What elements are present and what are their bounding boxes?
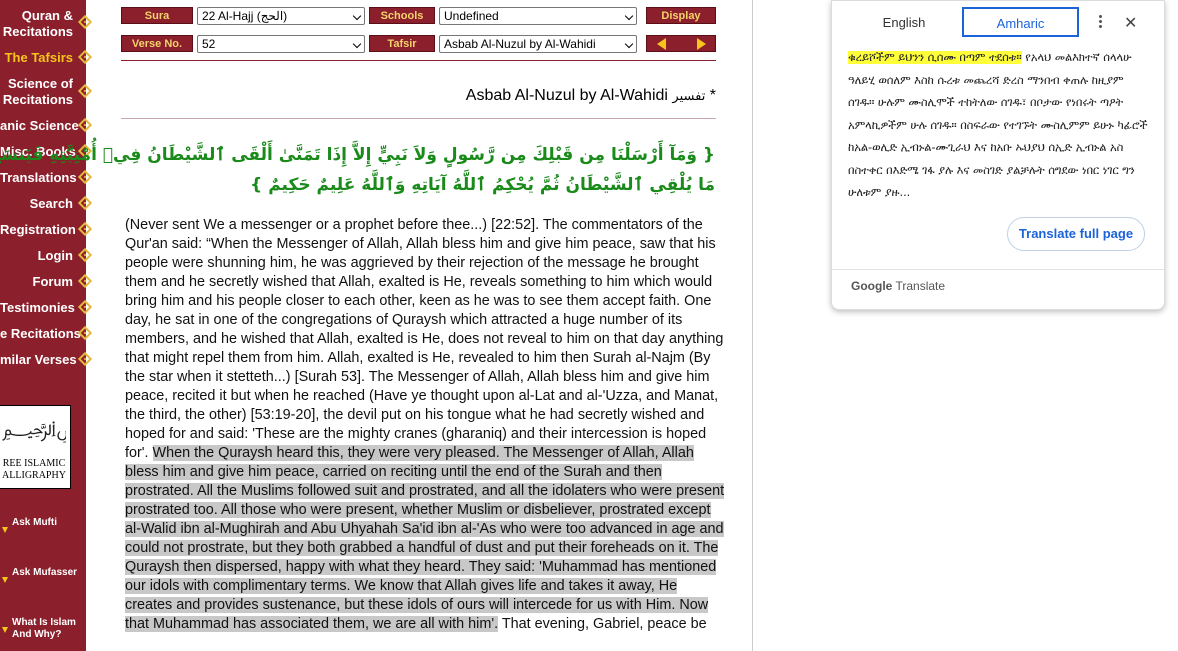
- divider: [121, 118, 716, 119]
- tafsir-label: Tafsir: [369, 35, 435, 52]
- sidebar-item-registration[interactable]: Registration: [0, 222, 86, 238]
- sidebar-item-login[interactable]: Login: [0, 248, 86, 264]
- tafsir-select[interactable]: Asbab Al-Nuzul by Al-Wahidi: [439, 35, 637, 53]
- translate-product-label: Translate: [892, 279, 946, 293]
- sidebar-item-search[interactable]: Search: [0, 196, 86, 212]
- tafsir-body-text: (Never sent We a messenger or a prophet …: [125, 217, 724, 461]
- sidebar-item-label: Translations: [0, 170, 77, 185]
- translated-body: የአላህ መልእክተኛ ሰላላሁ ዓለይሂ ወሰለም እስከ ሱረቱ መጨረሻ …: [848, 51, 1148, 199]
- sidebar-item-label: Quran &: [21, 8, 73, 23]
- content-border: [752, 0, 753, 651]
- sidebar-item-label: Testimonies: [0, 300, 75, 315]
- tafsir-body-text: That evening, Gabriel, peace be: [498, 616, 707, 632]
- calligraphy-banner[interactable]: ﷽ REE ISLAMIC ALLIGRAPHY: [0, 405, 71, 489]
- sidebar-item-science-of-recitations[interactable]: Science of Recitations: [0, 76, 86, 108]
- what-is-islam-link[interactable]: What Is Islam: [12, 617, 76, 629]
- more-options-icon[interactable]: [1092, 13, 1108, 33]
- next-verse-icon[interactable]: [697, 38, 706, 50]
- chevron-down-icon: [624, 39, 634, 49]
- tab-english[interactable]: English: [842, 8, 966, 38]
- sidebar-item-testimonies[interactable]: Testimonies: [0, 300, 86, 316]
- popup-divider: [832, 269, 1164, 270]
- tafsir-title-asterisk: *: [709, 87, 716, 104]
- bullet-icon: [2, 577, 8, 583]
- sura-select-value: 22 Al-Hajj (الحج): [202, 9, 288, 23]
- sidebar-item-label: Login: [37, 248, 73, 263]
- display-button[interactable]: Display: [646, 7, 716, 24]
- sidebar: Quran & Recitations The Tafsirs Science …: [0, 0, 86, 651]
- sidebar-item-label: Forum: [32, 274, 73, 289]
- schools-select-value: Undefined: [444, 9, 499, 23]
- sidebar-item-label: e Recitations: [0, 326, 81, 341]
- sura-select[interactable]: 22 Al-Hajj (الحج): [197, 7, 365, 25]
- translated-text: ቁረይሾችም ይህንን ሲሰሙ በጣም ተደሰቱ። የአላህ መልእክተኛ ሰላ…: [848, 47, 1148, 205]
- calligraphy-logo-icon: ﷽: [2, 414, 66, 454]
- ask-mufasser-link[interactable]: Ask Mufasser: [12, 567, 77, 579]
- sidebar-item-label: Registration: [0, 222, 76, 237]
- google-translate-footer: Google Translate: [851, 279, 945, 293]
- sidebar-item-label: The Tafsirs: [4, 50, 73, 65]
- selected-text[interactable]: When the Quraysh heard this, they were v…: [125, 445, 725, 632]
- chevron-down-icon: [352, 11, 362, 21]
- what-is-islam-link[interactable]: And Why?: [12, 629, 61, 641]
- sidebar-item-label: milar Verses: [0, 352, 77, 367]
- sidebar-item-translations[interactable]: Translations: [0, 170, 86, 186]
- sidebar-item-label: Recitations: [2, 92, 73, 107]
- verse-line: { وَمَآ أَرْسَلْنَا مِن قَبْلِكَ مِن رَّ…: [0, 145, 715, 165]
- bullet-icon: [2, 527, 8, 533]
- chevron-down-icon: [624, 11, 634, 21]
- verse-number-label: Verse No.: [121, 35, 193, 52]
- sidebar-item-label: anic Science: [0, 118, 79, 133]
- google-logo: Google: [851, 279, 893, 293]
- translate-popup: English Amharic ✕ ቁረይሾችም ይህንን ሲሰሙ በጣም ተደ…: [831, 0, 1165, 310]
- tafsir-body: (Never sent We a messenger or a prophet …: [125, 216, 725, 634]
- sidebar-item-quran-recitations[interactable]: Quran & Recitations: [0, 8, 86, 40]
- ask-mufti-link[interactable]: Ask Mufti: [12, 517, 57, 529]
- sidebar-item-label: Search: [29, 196, 73, 211]
- verse-number-value: 52: [202, 37, 216, 51]
- verse-line: مَا يُلْقِي ٱلشَّيْطَانُ ثُمَّ يُحْكِمُ …: [250, 175, 715, 195]
- sidebar-item-label: Science of: [7, 76, 73, 91]
- schools-select[interactable]: Undefined: [439, 7, 637, 25]
- verse-number-select[interactable]: 52: [197, 35, 365, 53]
- previous-verse-icon[interactable]: [657, 38, 666, 50]
- tafsir-title-text: Asbab Al-Nuzul by Al-Wahidi: [465, 87, 668, 104]
- translated-highlight: ቁረይሾችም ይህንን ሲሰሙ በጣም ተደሰቱ።: [848, 51, 1022, 64]
- sidebar-item-tafsirs[interactable]: The Tafsirs: [0, 50, 86, 66]
- tafsir-title-arabic: تفسير: [672, 88, 706, 103]
- chevron-down-icon: [352, 39, 362, 49]
- sidebar-item-recitations[interactable]: e Recitations: [0, 326, 86, 342]
- schools-label: Schools: [369, 7, 435, 24]
- translate-full-page-button[interactable]: Translate full page: [1007, 217, 1145, 251]
- sidebar-item-forum[interactable]: Forum: [0, 274, 86, 290]
- sidebar-item-label: Recitations: [2, 24, 73, 39]
- divider: [121, 60, 716, 61]
- calligraphy-text: ALLIGRAPHY: [2, 470, 66, 481]
- sidebar-item-similar-verses[interactable]: milar Verses: [0, 352, 86, 368]
- tafsir-title: Asbab Al-Nuzul by Al-Wahidi تفسير *: [466, 87, 716, 105]
- sura-label: Sura: [121, 7, 193, 24]
- bullet-icon: [2, 627, 8, 633]
- sidebar-item-quranic-science[interactable]: anic Science: [0, 118, 86, 134]
- tab-amharic[interactable]: Amharic: [962, 7, 1079, 37]
- calligraphy-text: REE ISLAMIC: [2, 458, 66, 469]
- tafsir-select-value: Asbab Al-Nuzul by Al-Wahidi: [444, 37, 596, 51]
- close-icon[interactable]: ✕: [1124, 13, 1137, 33]
